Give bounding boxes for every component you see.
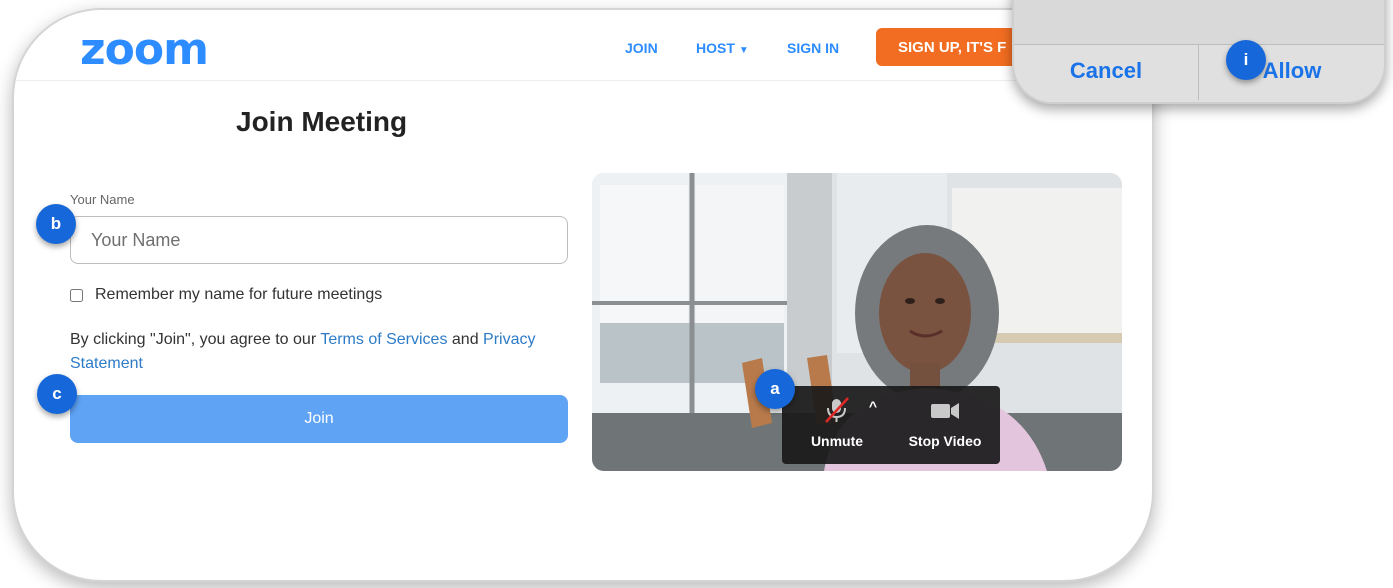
callout-badge-c: c [37, 374, 77, 414]
remember-name-option[interactable]: Remember my name for future meetings [70, 286, 382, 304]
terms-notice: By clicking "Join", you agree to our Ter… [70, 328, 570, 376]
preview-controls: Unmute ^ Stop Video [782, 386, 1000, 464]
top-nav: zoom JOIN HOST ▼ SIGN IN SIGN UP, IT'S F [14, 10, 1152, 81]
video-preview: Unmute ^ Stop Video [592, 173, 1122, 471]
stop-video-label: Stop Video [908, 433, 982, 449]
dialog-divider [1198, 44, 1199, 100]
video-camera-icon [931, 403, 959, 419]
nav-host-menu[interactable]: HOST ▼ [696, 40, 749, 56]
terms-prefix: By clicking "Join", you agree to our [70, 331, 321, 348]
microphone-muted-icon [825, 397, 849, 423]
zoom-join-card: zoom JOIN HOST ▼ SIGN IN SIGN UP, IT'S F … [12, 8, 1154, 582]
unmute-label: Unmute [810, 433, 864, 449]
zoom-logo[interactable]: zoom [80, 24, 209, 75]
callout-badge-a: a [755, 369, 795, 409]
name-field-label: Your Name [70, 192, 135, 207]
page-title: Join Meeting [236, 106, 408, 137]
dialog-message-area [1014, 0, 1384, 45]
permission-dialog: Cancel Allow [1012, 0, 1386, 104]
remember-name-label: Remember my name for future meetings [95, 286, 383, 303]
stop-video-button[interactable]: Stop Video [900, 396, 990, 449]
terms-and: and [447, 331, 484, 348]
callout-badge-b: b [36, 204, 76, 244]
name-input[interactable] [70, 216, 568, 264]
dialog-cancel-button[interactable]: Cancel [1014, 46, 1198, 96]
terms-of-service-link[interactable]: Terms of Services [320, 331, 447, 348]
remember-name-checkbox[interactable] [70, 288, 83, 302]
audio-options-chevron-icon[interactable]: ^ [862, 398, 884, 414]
chevron-down-icon: ▼ [738, 45, 749, 56]
join-button[interactable]: Join [70, 395, 568, 443]
nav-sign-in-link[interactable]: SIGN IN [787, 40, 839, 56]
nav-join-link[interactable]: JOIN [625, 40, 658, 56]
nav-host-label: HOST [696, 40, 735, 56]
callout-badge-i: i [1226, 40, 1266, 80]
